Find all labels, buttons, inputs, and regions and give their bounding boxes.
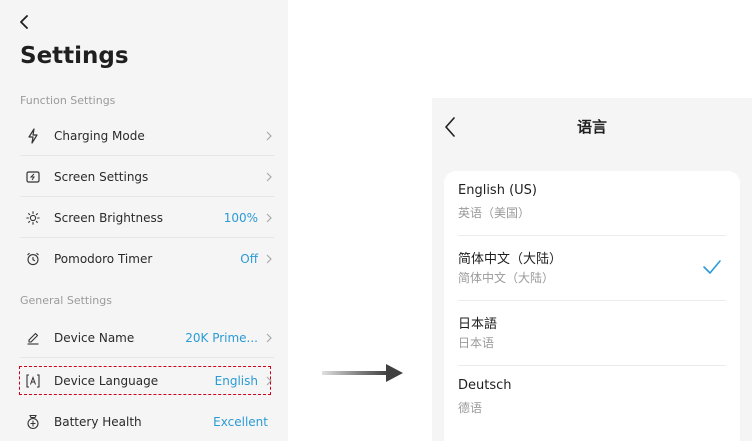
language-subtitle: 简体中文（大陆） [458, 271, 555, 285]
screen-settings-label: Screen Settings [54, 169, 149, 184]
chevron-right-icon [264, 130, 274, 142]
language-name: Deutsch [458, 378, 512, 393]
language-title: 语言 [576, 118, 607, 136]
device-language-value: English [214, 374, 258, 388]
back-button[interactable] [14, 10, 34, 34]
pomodoro-timer-value: Off [240, 252, 258, 266]
device-language-label: Device Language [54, 374, 159, 388]
settings-panel: Settings Function Settings Charging Mode… [0, 0, 288, 441]
device-name-value: 20K Prime... [185, 330, 258, 345]
language-option-english[interactable]: English (US) 英语（美国） [458, 171, 726, 236]
chevron-right-icon [264, 212, 274, 224]
language-option-german[interactable]: Deutsch 德语 [458, 366, 726, 431]
language-option-chinese[interactable]: 简体中文（大陆） 简体中文（大陆） [458, 236, 726, 301]
screen-icon [24, 168, 42, 186]
screen-brightness-row[interactable]: Screen Brightness 100% [20, 198, 274, 238]
screen-brightness-value: 100% [223, 210, 258, 225]
battery-health-value: Excellent [213, 415, 268, 429]
device-language-row[interactable]: Device Language English [20, 361, 274, 401]
check-icon [703, 260, 721, 274]
general-settings-header: General Settings [20, 294, 112, 307]
charging-mode-label: Charging Mode [54, 128, 145, 143]
battery-health-row[interactable]: Battery Health Excellent [20, 402, 274, 442]
page-title: Settings [20, 43, 129, 69]
sun-icon [24, 209, 42, 227]
battery-health-icon [24, 413, 42, 431]
back-arrow-icon [20, 15, 28, 29]
transition-arrow-icon [322, 364, 403, 382]
lightning-icon [24, 127, 42, 145]
pomodoro-timer-label: Pomodoro Timer [54, 252, 153, 266]
language-option-japanese[interactable]: 日本語 日本语 [458, 301, 726, 366]
screen-brightness-label: Screen Brightness [54, 210, 163, 225]
chevron-right-icon [264, 332, 274, 344]
screen-settings-row[interactable]: Screen Settings [20, 157, 274, 197]
function-settings-header: Function Settings [20, 94, 116, 107]
language-subtitle: 日本语 [458, 336, 495, 350]
language-name: English (US) [458, 183, 537, 198]
pomodoro-timer-row[interactable]: Pomodoro Timer Off [20, 239, 274, 279]
alarm-clock-icon [24, 250, 42, 268]
battery-health-label: Battery Health [54, 415, 142, 429]
chevron-right-icon [264, 375, 274, 387]
pencil-icon [24, 329, 42, 347]
language-name: 简体中文（大陆） [458, 252, 563, 267]
chevron-right-icon [264, 171, 274, 183]
language-name: 日本語 [458, 317, 498, 332]
device-name-label: Device Name [54, 330, 135, 345]
language-subtitle: 英语（美国） [458, 206, 531, 220]
device-name-row[interactable]: Device Name 20K Prime... [20, 318, 274, 358]
charging-mode-row[interactable]: Charging Mode [20, 116, 274, 156]
language-list: English (US) 英语（美国） 简体中文（大陆） 简体中文（大陆） 日本… [444, 171, 740, 441]
language-subtitle: 德语 [458, 401, 483, 415]
chevron-right-icon [264, 253, 274, 265]
language-panel: 语言 English (US) 英语（美国） 简体中文（大陆） 简体中文（大陆）… [432, 98, 752, 441]
language-icon [24, 372, 42, 390]
